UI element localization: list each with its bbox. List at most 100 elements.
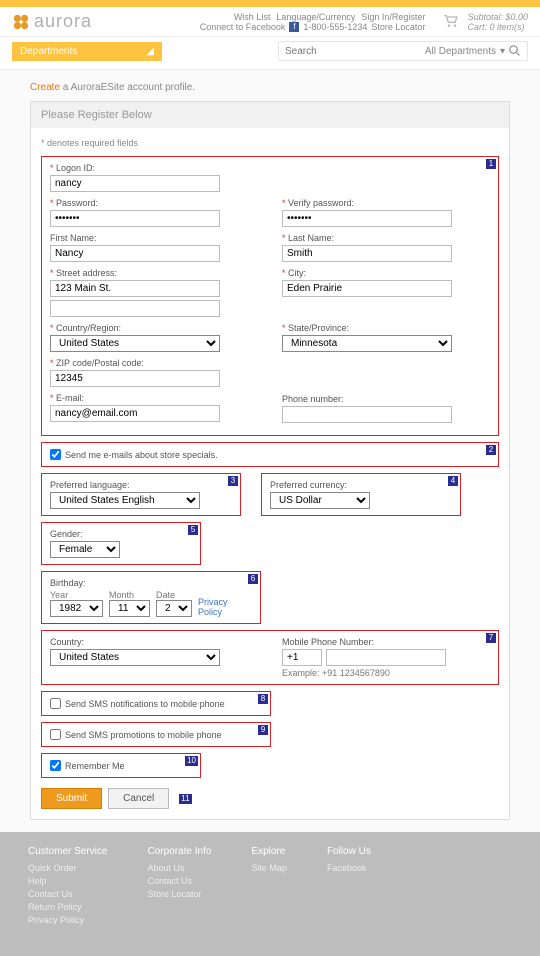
country2-label: Country: — [50, 637, 258, 647]
pref-lang-box: 3 Preferred language: United States Engl… — [41, 473, 241, 516]
badge-8: 8 — [258, 694, 268, 704]
connect-facebook-link[interactable]: Connect to Facebook — [200, 22, 286, 32]
footer-link[interactable]: Return Policy — [28, 902, 107, 912]
badge-11: 11 — [179, 794, 191, 804]
footer-link[interactable]: Quick Order — [28, 863, 107, 873]
phone-number: 1-800-555-1234 — [303, 22, 367, 32]
footer-link[interactable]: Site Map — [251, 863, 287, 873]
cart-summary[interactable]: Subtotal: $0.00 Cart: 0 item(s) — [443, 12, 528, 32]
footer-link[interactable]: Facebook — [327, 863, 371, 873]
badge-5: 5 — [188, 525, 198, 535]
sms-notif-label: Send SMS notifications to mobile phone — [65, 699, 225, 709]
content: Create a AuroraESite account profile. Pl… — [0, 70, 540, 832]
street-input-1[interactable] — [50, 280, 220, 297]
footer-corporate-info: Corporate Info About Us Contact Us Store… — [147, 846, 211, 928]
state-select[interactable]: Minnesota — [282, 335, 452, 352]
password-input[interactable] — [50, 210, 220, 227]
footer-link[interactable]: Store Locator — [147, 889, 211, 899]
subtotal-text: Subtotal: $0.00 — [467, 12, 528, 22]
footer-ex-heading: Explore — [251, 846, 287, 857]
privacy-policy-link[interactable]: Privacy Policy — [198, 597, 252, 617]
email-specials-checkbox[interactable] — [50, 449, 61, 460]
sms-notif-checkbox[interactable] — [50, 698, 61, 709]
search-icon[interactable] — [509, 45, 521, 57]
footer-link[interactable]: Privacy Policy — [28, 915, 107, 925]
cart-icon — [443, 14, 459, 30]
sms-promo-box: 9 Send SMS promotions to mobile phone — [41, 722, 271, 747]
email-input[interactable] — [50, 405, 220, 422]
mphone-prefix-input[interactable] — [282, 649, 322, 666]
all-departments-filter[interactable]: All Departments — [425, 46, 496, 57]
register-panel: Please Register Below * denotes required… — [30, 101, 510, 820]
birthday-label: Birthday: — [50, 578, 252, 588]
facebook-icon[interactable]: f — [289, 22, 299, 32]
city-input[interactable] — [282, 280, 452, 297]
last-name-input[interactable] — [282, 245, 452, 262]
verify-input[interactable] — [282, 210, 452, 227]
logo[interactable]: aurora — [12, 11, 92, 32]
phone-input[interactable] — [282, 406, 452, 423]
aurora-logo-icon — [12, 13, 30, 31]
month-label: Month — [109, 590, 150, 600]
pref-lang-label: Preferred language: — [50, 480, 232, 490]
footer-customer-service: Customer Service Quick Order Help Contac… — [28, 846, 107, 928]
badge-1: 1 — [486, 159, 496, 169]
gender-box: 5 Gender: Female — [41, 522, 201, 565]
footer-link[interactable]: Contact Us — [28, 889, 107, 899]
footer-link[interactable]: About Us — [147, 863, 211, 873]
last-name-label: Last Name: — [282, 233, 490, 243]
footer-fu-heading: Follow Us — [327, 846, 371, 857]
create-rest: a AuroraESite account profile. — [63, 82, 195, 93]
pref-cur-select[interactable]: US Dollar — [270, 492, 370, 509]
departments-label: Departments — [20, 46, 77, 57]
store-locator-link[interactable]: Store Locator — [371, 22, 425, 32]
departments-button[interactable]: Departments ◢ — [12, 42, 162, 61]
street-input-2[interactable] — [50, 300, 220, 317]
date-select[interactable]: 2 — [156, 600, 192, 617]
search-wrap: All Departments ▾ — [278, 41, 528, 61]
sms-promo-label: Send SMS promotions to mobile phone — [65, 730, 222, 740]
cancel-button[interactable]: Cancel — [108, 788, 169, 809]
brand-text: aurora — [34, 11, 92, 32]
required-note: * denotes required fields — [41, 138, 499, 148]
sign-in-link[interactable]: Sign In/Register — [361, 12, 425, 22]
submit-button[interactable]: Submit — [41, 788, 102, 809]
header-second-row: Connect to Facebook f 1-800-555-1234 Sto… — [200, 22, 426, 32]
gender-label: Gender: — [50, 529, 192, 539]
badge-2: 2 — [486, 445, 496, 455]
email-label: E-mail: — [50, 393, 258, 403]
gender-select[interactable]: Female — [50, 541, 120, 558]
logon-input[interactable] — [50, 175, 220, 192]
footer-explore: Explore Site Map — [251, 846, 287, 928]
panel-title: Please Register Below — [31, 102, 509, 128]
country-select[interactable]: United States — [50, 335, 220, 352]
pref-currency-box: 4 Preferred currency: US Dollar — [261, 473, 461, 516]
footer: Customer Service Quick Order Help Contac… — [0, 832, 540, 956]
badge-7: 7 — [486, 633, 496, 643]
footer-link[interactable]: Contact Us — [147, 876, 211, 886]
badge-10: 10 — [185, 756, 198, 766]
lang-currency-link[interactable]: Language/Currency — [276, 12, 355, 22]
mphone-label: Mobile Phone Number: — [282, 637, 490, 647]
pref-lang-select[interactable]: United States English — [50, 492, 200, 509]
first-name-input[interactable] — [50, 245, 220, 262]
mphone-number-input[interactable] — [326, 649, 446, 666]
badge-4: 4 — [448, 476, 458, 486]
footer-link[interactable]: Help — [28, 876, 107, 886]
zip-input[interactable] — [50, 370, 220, 387]
sms-promo-checkbox[interactable] — [50, 729, 61, 740]
date-label: Date — [156, 590, 192, 600]
badge-3: 3 — [228, 476, 238, 486]
header-top-links: Wish List Language/Currency Sign In/Regi… — [234, 12, 426, 22]
year-select[interactable]: 1982 — [50, 600, 103, 617]
zip-label: ZIP code/Postal code: — [50, 358, 258, 368]
street-label: Street address: — [50, 268, 258, 278]
remember-checkbox[interactable] — [50, 760, 61, 771]
search-input[interactable] — [285, 46, 385, 57]
personal-info-box: 1 Logon ID: Password: First Name: Street… — [41, 156, 499, 436]
birthday-box: 6 Birthday: Year1982 Month11 Date2 Priva… — [41, 571, 261, 624]
country2-select[interactable]: United States — [50, 649, 220, 666]
footer-ci-heading: Corporate Info — [147, 846, 211, 857]
wish-list-link[interactable]: Wish List — [234, 12, 271, 22]
month-select[interactable]: 11 — [109, 600, 150, 617]
